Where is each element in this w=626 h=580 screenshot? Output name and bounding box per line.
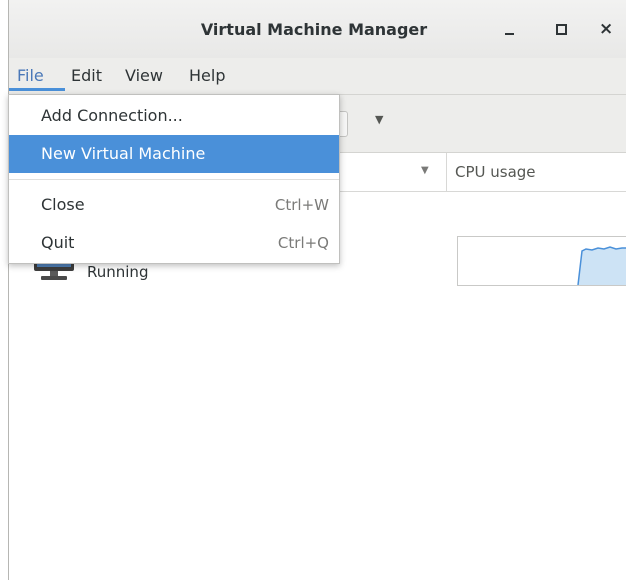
menu-item-add-connection[interactable]: Add Connection... bbox=[9, 97, 339, 135]
vm-status: Running bbox=[87, 263, 149, 281]
menu-file-active-indicator bbox=[9, 88, 65, 91]
menu-item-new-virtual-machine[interactable]: New Virtual Machine bbox=[9, 135, 339, 173]
minimize-icon bbox=[505, 33, 514, 35]
sort-arrow-icon[interactable]: ▼ bbox=[421, 165, 429, 176]
menu-separator bbox=[9, 179, 339, 180]
window-title: Virtual Machine Manager bbox=[200, 20, 428, 39]
menu-item-close[interactable]: Close Ctrl+W bbox=[9, 186, 339, 224]
menu-item-label: New Virtual Machine bbox=[41, 144, 206, 163]
close-icon: × bbox=[599, 19, 614, 39]
menu-item-quit[interactable]: Quit Ctrl+Q bbox=[9, 224, 339, 262]
column-separator bbox=[446, 153, 447, 191]
menu-item-label: Add Connection... bbox=[41, 106, 183, 125]
menu-edit[interactable]: Edit bbox=[71, 66, 102, 85]
menu-item-shortcut: Ctrl+Q bbox=[277, 234, 329, 252]
menu-item-label: Quit bbox=[41, 233, 75, 252]
maximize-button[interactable] bbox=[549, 16, 575, 42]
cpu-usage-graph bbox=[457, 236, 626, 286]
close-button[interactable]: × bbox=[595, 16, 621, 42]
menu-item-shortcut: Ctrl+W bbox=[274, 196, 329, 214]
title-bar[interactable]: Virtual Machine Manager × bbox=[9, 0, 626, 58]
menu-item-label: Close bbox=[41, 195, 85, 214]
column-cpu-usage[interactable]: CPU usage bbox=[455, 163, 536, 181]
menu-bar: File Edit View Help bbox=[9, 58, 626, 95]
app-window: Virtual Machine Manager × File Edit View… bbox=[8, 0, 626, 580]
cpu-graph-sparkline bbox=[577, 246, 626, 286]
minimize-button[interactable] bbox=[497, 16, 523, 42]
maximize-icon bbox=[556, 24, 567, 35]
menu-help[interactable]: Help bbox=[189, 66, 225, 85]
menu-view[interactable]: View bbox=[125, 66, 163, 85]
chevron-down-icon[interactable]: ▼ bbox=[375, 113, 383, 126]
file-menu-dropdown: Add Connection... New Virtual Machine Cl… bbox=[8, 94, 340, 264]
menu-file[interactable]: File bbox=[17, 66, 44, 85]
